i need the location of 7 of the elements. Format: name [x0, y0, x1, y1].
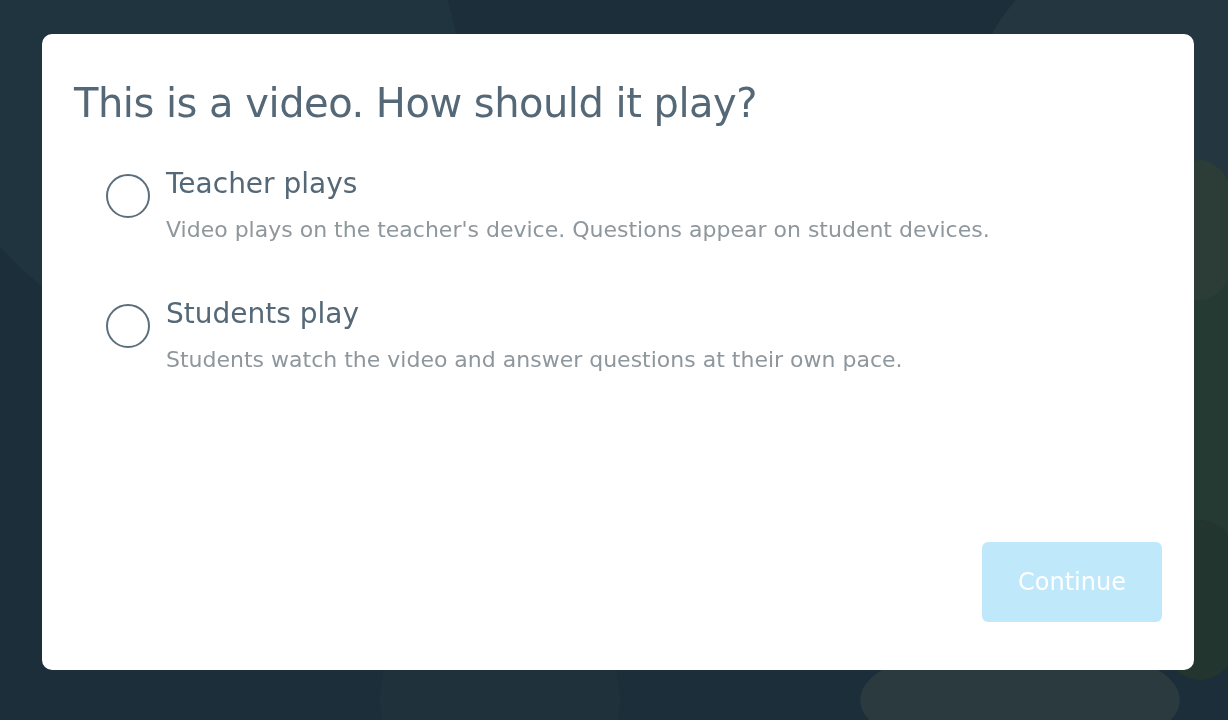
- radio-button[interactable]: [106, 174, 150, 218]
- radio-button[interactable]: [106, 304, 150, 348]
- option-description: Video plays on the teacher's device. Questions appear on student devices.: [166, 216, 990, 244]
- dialog-title: This is a video. How should it play?: [74, 80, 757, 126]
- option-description: Students watch the video and answer questions at their own pace.: [166, 346, 903, 374]
- option-label[interactable]: Teacher plays: [166, 166, 358, 202]
- option-label[interactable]: Students play: [166, 296, 359, 332]
